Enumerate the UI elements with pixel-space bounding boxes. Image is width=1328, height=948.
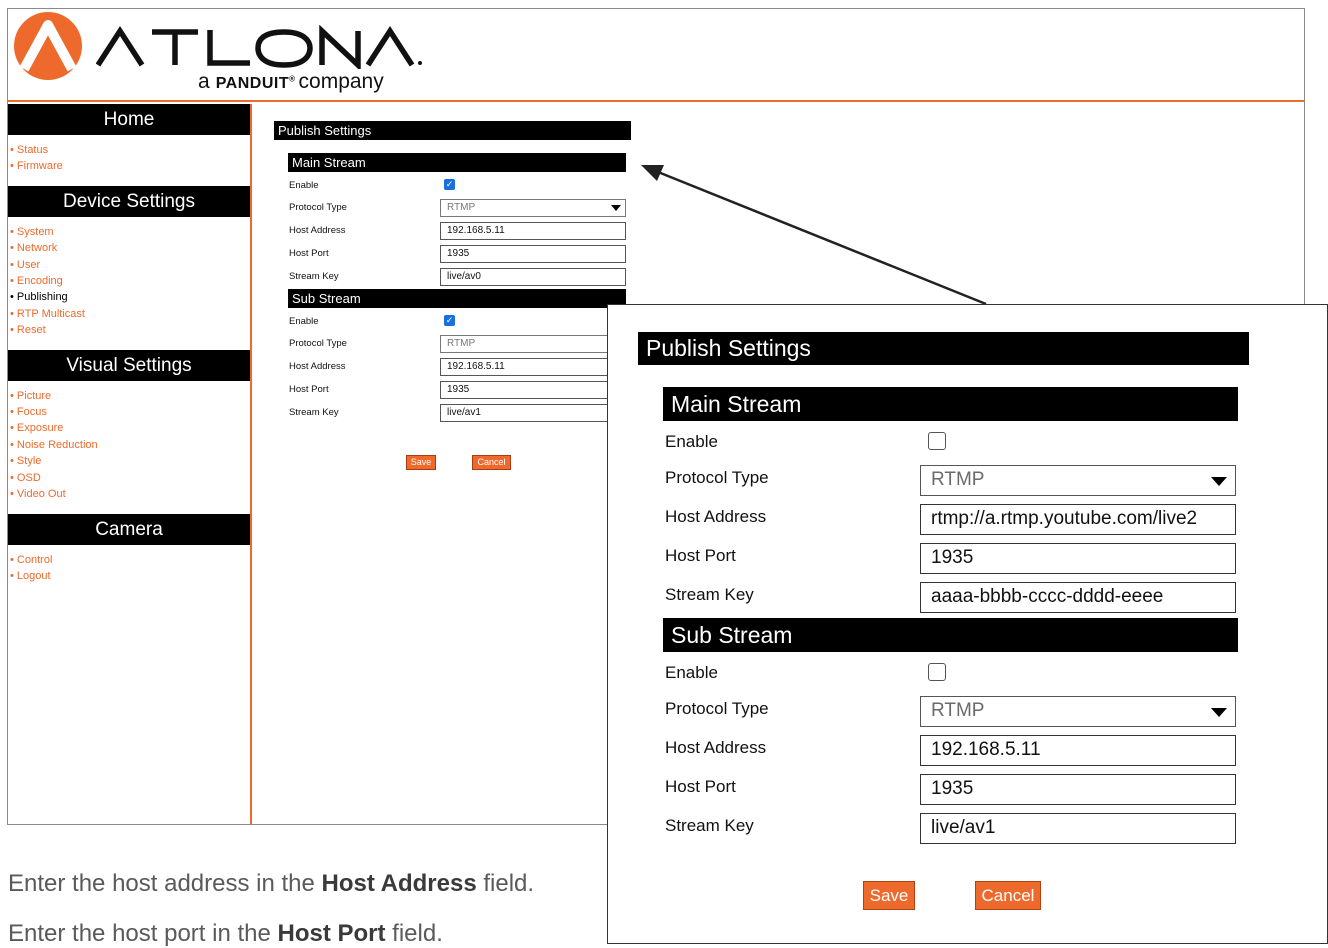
sub-host-port-input[interactable]: 1935 [440,381,626,399]
zoom-publish-settings-title: Publish Settings [638,332,1249,365]
nav-item-status[interactable]: Status [8,142,250,158]
sub-stream-heading: Sub Stream [288,289,626,308]
nav-section-home: Home [8,104,250,135]
instruction-host-port: Enter the host port in the Host Port fie… [8,920,443,947]
nav-item-exposure[interactable]: Exposure [8,420,250,436]
zoom-sub-stream-key-input[interactable]: live/av1 [920,813,1236,844]
zoom-main-protocol-select[interactable]: RTMP [920,465,1236,496]
sub-enable-checkbox[interactable]: ✓ [444,315,455,326]
main-enable-checkbox[interactable]: ✓ [444,179,455,190]
main-host-port-input[interactable]: 1935 [440,245,626,263]
sub-host-address-input[interactable]: 192.168.5.11 [440,358,626,376]
sidebar-nav: Home Status Firmware Device Settings Sys… [8,104,252,824]
header: a PANDUIT® company [8,9,1304,102]
panduit-brand: PANDUIT® [215,74,296,92]
publish-settings-title: Publish Settings [274,121,631,140]
zoom-cancel-button[interactable]: Cancel [975,881,1041,910]
main-protocol-select[interactable]: RTMP [440,199,626,217]
nav-section-device-settings: Device Settings [8,185,250,217]
nav-item-picture[interactable]: Picture [8,388,250,404]
sub-stream-key-input[interactable]: live/av1 [440,404,626,422]
zoom-main-host-port-input[interactable]: 1935 [920,543,1236,574]
nav-item-publishing[interactable]: Publishing [8,289,250,305]
nav-item-style[interactable]: Style [8,453,250,469]
zoom-sub-stream-heading: Sub Stream [663,618,1238,652]
nav-item-encoding[interactable]: Encoding [8,273,250,289]
zoom-save-button[interactable]: Save [863,881,915,910]
atlona-wordmark [96,25,422,69]
sub-protocol-select[interactable]: RTMP [440,335,626,353]
nav-item-reset[interactable]: Reset [8,322,250,338]
nav-item-user[interactable]: User [8,257,250,273]
atlona-logo-icon [14,12,82,80]
save-button[interactable]: Save [406,455,436,470]
nav-section-camera: Camera [8,513,250,545]
zoom-sub-enable-checkbox[interactable] [928,663,946,681]
zoomed-publish-settings: Publish Settings Main Stream Enable Prot… [607,304,1328,944]
chevron-down-icon [1211,708,1227,717]
chevron-down-icon [611,205,621,211]
nav-item-control[interactable]: Control [8,552,250,568]
nav-item-logout[interactable]: Logout [8,568,250,584]
cancel-button[interactable]: Cancel [472,455,511,470]
nav-item-network[interactable]: Network [8,240,250,256]
nav-section-visual-settings: Visual Settings [8,349,250,381]
nav-item-noise-reduction[interactable]: Noise Reduction [8,437,250,453]
zoom-main-host-address-input[interactable]: rtmp://a.rtmp.youtube.com/live2 [920,504,1236,535]
main-stream-heading: Main Stream [288,153,626,172]
main-stream-key-input[interactable]: live/av0 [440,268,626,286]
zoom-main-stream-heading: Main Stream [663,387,1238,421]
nav-item-focus[interactable]: Focus [8,404,250,420]
company-tagline: a PANDUIT® company [198,70,384,93]
zoom-sub-protocol-select[interactable]: RTMP [920,696,1236,727]
zoom-sub-host-address-input[interactable]: 192.168.5.11 [920,735,1236,766]
zoom-main-enable-checkbox[interactable] [928,432,946,450]
nav-item-rtp-multicast[interactable]: RTP Multicast [8,306,250,322]
main-host-address-input[interactable]: 192.168.5.11 [440,222,626,240]
zoom-main-stream-key-input[interactable]: aaaa-bbbb-cccc-dddd-eeee [920,582,1236,613]
zoom-sub-host-port-input[interactable]: 1935 [920,774,1236,805]
instruction-host-address: Enter the host address in the Host Addre… [8,870,535,897]
nav-item-osd[interactable]: OSD [8,470,250,486]
nav-item-firmware[interactable]: Firmware [8,158,250,174]
chevron-down-icon [1211,477,1227,486]
nav-item-system[interactable]: System [8,224,250,240]
nav-item-video-out[interactable]: Video Out [8,486,250,502]
